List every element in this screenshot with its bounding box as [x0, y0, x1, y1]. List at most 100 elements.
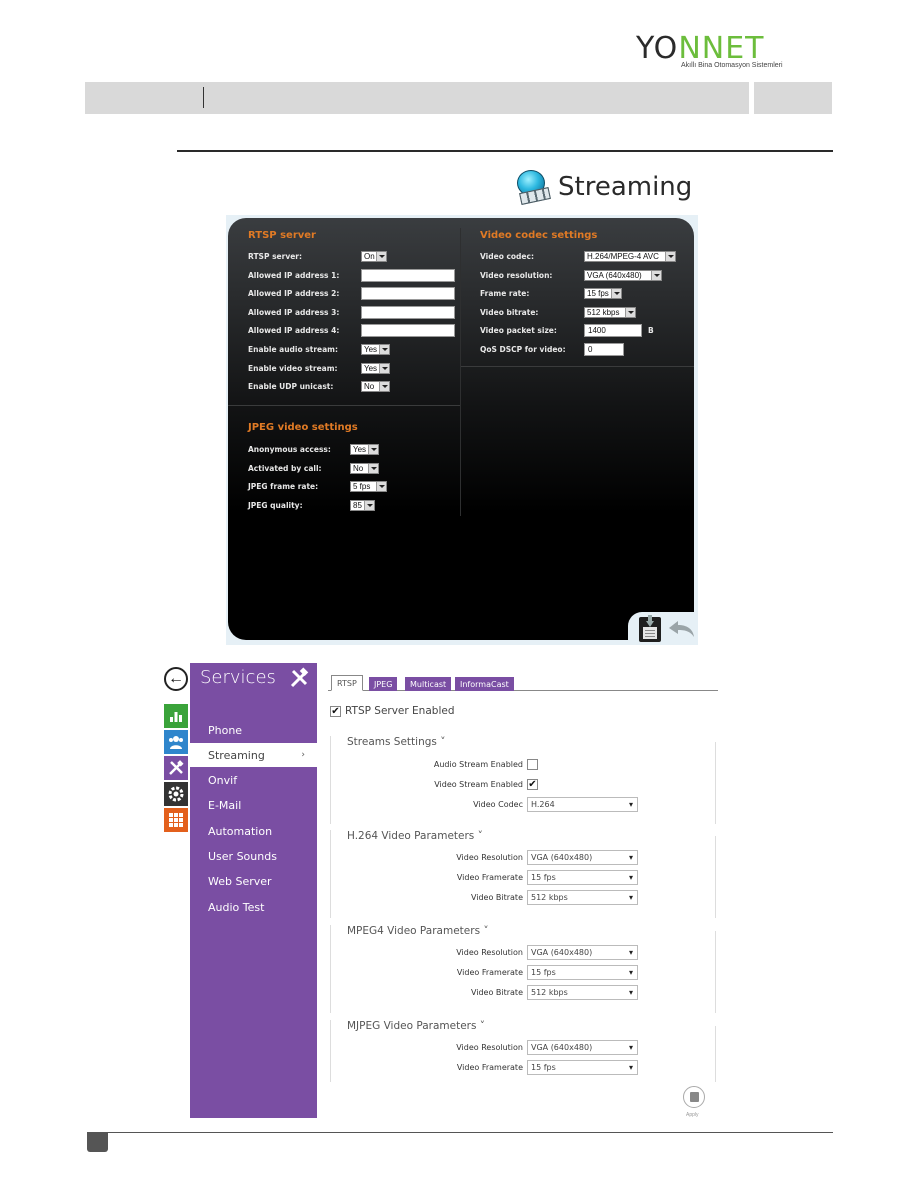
mpeg4-parameters-group: MPEG4 Video Parameters ˅ Video Resolutio…	[330, 925, 716, 1013]
sidebar-item-e-mail[interactable]: E-Mail	[190, 794, 317, 818]
h264-field-label: Video Resolution	[456, 853, 523, 862]
jpeg-field-label: JPEG quality:	[248, 500, 303, 510]
video-stream-checkbox[interactable]: ✔	[527, 779, 538, 790]
streaming-title: Streaming	[558, 172, 693, 202]
sidebar-item-user-sounds[interactable]: User Sounds	[190, 845, 317, 869]
tab-informacast[interactable]: InformaCast	[455, 677, 514, 691]
tab-multicast[interactable]: Multicast	[405, 677, 452, 691]
video-stream-label: Video Stream Enabled	[434, 780, 523, 789]
codec-field-label: Video codec:	[480, 252, 534, 261]
dropdown-arrow-icon	[651, 270, 661, 280]
jpeg-field-select[interactable]: 85	[350, 499, 375, 511]
tab-rtsp[interactable]: RTSP	[331, 675, 363, 691]
unit-label: B	[648, 326, 654, 336]
sidebar-item-web-server[interactable]: Web Server	[190, 870, 317, 894]
save-icon[interactable]	[639, 615, 661, 642]
codec-field-label: QoS DSCP for video:	[480, 345, 566, 354]
dropdown-arrow-icon	[376, 482, 386, 491]
mpeg4-field-select[interactable]: VGA (640x480)	[527, 945, 638, 960]
rtsp-field-select[interactable]: No	[361, 381, 390, 393]
apply-label: Apply	[686, 1112, 699, 1118]
codec-field-select[interactable]: 512 kbps	[584, 306, 636, 318]
sidebar-item-onvif[interactable]: Onvif	[190, 769, 317, 793]
sidebar-item-label: Streaming	[208, 748, 265, 762]
jpeg-field-label: JPEG frame rate:	[248, 482, 319, 491]
rtsp-field-input[interactable]	[361, 287, 455, 301]
h264-field-select[interactable]: 512 kbps	[527, 890, 638, 905]
back-button[interactable]: ←	[164, 667, 188, 691]
select-value: No	[364, 382, 375, 392]
dropdown-arrow-icon	[379, 345, 389, 354]
sidebar-item-label: Web Server	[208, 875, 272, 889]
codec-section-title: Video codec settings	[480, 230, 598, 241]
select-value: Yes	[364, 363, 378, 373]
streams-settings-title[interactable]: Streams Settings ˅	[347, 736, 445, 748]
services-sidebar: Services Phone Streaming › Onvif E-Mail Autom…	[190, 663, 317, 1118]
mpeg4-field-select[interactable]: 512 kbps	[527, 985, 638, 1000]
dropdown-arrow-icon	[379, 363, 389, 373]
section-rule	[177, 150, 833, 152]
mjpeg-field-label: Video Framerate	[456, 1063, 523, 1072]
logo-tagline: Akıllı Bina Otomasyon Sistemleri	[681, 62, 783, 69]
service-tabs: RTSP JPEG Multicast InformaCast	[328, 675, 718, 691]
sidebar-item-streaming[interactable]: Streaming ›	[190, 743, 317, 768]
h264-field-select[interactable]: 15 fps	[527, 870, 638, 885]
rtsp-field-select[interactable]: On	[361, 251, 387, 262]
mjpeg-field-select[interactable]: 15 fps	[527, 1060, 638, 1075]
h264-parameters-title[interactable]: H.264 Video Parameters ˅	[347, 830, 483, 842]
jpeg-field-select[interactable]: No	[350, 462, 379, 474]
rtsp-field-label: Allowed IP address 1:	[248, 270, 340, 280]
dropdown-arrow-icon	[364, 500, 374, 510]
rtsp-field-label: Enable UDP unicast:	[248, 382, 334, 392]
dropdown-arrow-icon	[376, 252, 386, 261]
mjpeg-field-select[interactable]: VGA (640x480)	[527, 1040, 638, 1055]
save-disk-icon	[690, 1092, 699, 1102]
codec-field-select[interactable]: H.264/MPEG-4 AVC	[584, 251, 676, 262]
jpeg-field-select[interactable]: Yes	[350, 444, 379, 455]
codec-field-select[interactable]: 15 fps	[584, 288, 622, 300]
select-value: 15 fps	[587, 289, 609, 299]
audio-stream-checkbox[interactable]	[527, 759, 538, 770]
apply-button[interactable]	[683, 1086, 705, 1108]
tab-jpeg[interactable]: JPEG	[369, 677, 398, 691]
mjpeg-parameters-title[interactable]: MJPEG Video Parameters ˅	[347, 1020, 485, 1032]
sidebar-item-label: User Sounds	[208, 850, 277, 863]
codec-field-label: Frame rate:	[480, 289, 530, 299]
services-tools-icon[interactable]	[164, 756, 188, 780]
settings-gear-icon[interactable]	[164, 782, 188, 806]
users-icon[interactable]	[164, 730, 188, 754]
select-value: No	[353, 463, 364, 473]
mjpeg-parameters-group: MJPEG Video Parameters ˅ Video Resolutio…	[330, 1020, 716, 1082]
undo-arrow-icon[interactable]	[667, 620, 695, 638]
sidebar-item-automation[interactable]: Automation	[190, 819, 317, 843]
codec-field-input[interactable]: 1400	[584, 324, 642, 338]
codec-field-select[interactable]: VGA (640x480)	[584, 269, 662, 281]
rtsp-field-input[interactable]	[361, 324, 455, 338]
h264-field-select[interactable]: VGA (640x480)	[527, 850, 638, 865]
h264-field-label: Video Framerate	[456, 873, 523, 882]
dropdown-arrow-icon	[611, 289, 621, 299]
sidebar-item-audio-test[interactable]: Audio Test	[190, 895, 317, 919]
rtsp-field-select[interactable]: Yes	[361, 362, 390, 374]
video-codec-label: Video Codec	[473, 800, 523, 809]
page-number-tab	[87, 1132, 108, 1152]
mpeg4-parameters-title[interactable]: MPEG4 Video Parameters ˅	[347, 925, 489, 937]
rtsp-enabled-checkbox[interactable]: ✔	[330, 706, 341, 717]
rtsp-field-input[interactable]	[361, 268, 455, 282]
rtsp-field-select[interactable]: Yes	[361, 344, 390, 355]
dropdown-arrow-icon	[665, 252, 675, 261]
video-codec-select[interactable]: H.264	[527, 797, 638, 812]
h264-field-label: Video Bitrate	[470, 893, 523, 902]
jpeg-field-select[interactable]: 5 fps	[350, 481, 387, 492]
header-bar	[85, 82, 749, 114]
sidebar-item-phone[interactable]: Phone	[190, 718, 317, 742]
codec-field-input[interactable]: 0	[584, 343, 624, 356]
dropdown-arrow-icon	[379, 382, 389, 392]
rtsp-enabled-label: RTSP Server Enabled	[345, 705, 455, 717]
mpeg4-field-select[interactable]: 15 fps	[527, 965, 638, 980]
status-icon[interactable]	[164, 704, 188, 728]
apps-grid-icon[interactable]	[164, 808, 188, 832]
streams-settings-group: Streams Settings ˅ Audio Stream Enabled …	[330, 736, 716, 824]
rtsp-field-input[interactable]	[361, 305, 455, 319]
legacy-settings-panel: RTSP server RTSP server: On Allowed IP add…	[228, 218, 694, 640]
